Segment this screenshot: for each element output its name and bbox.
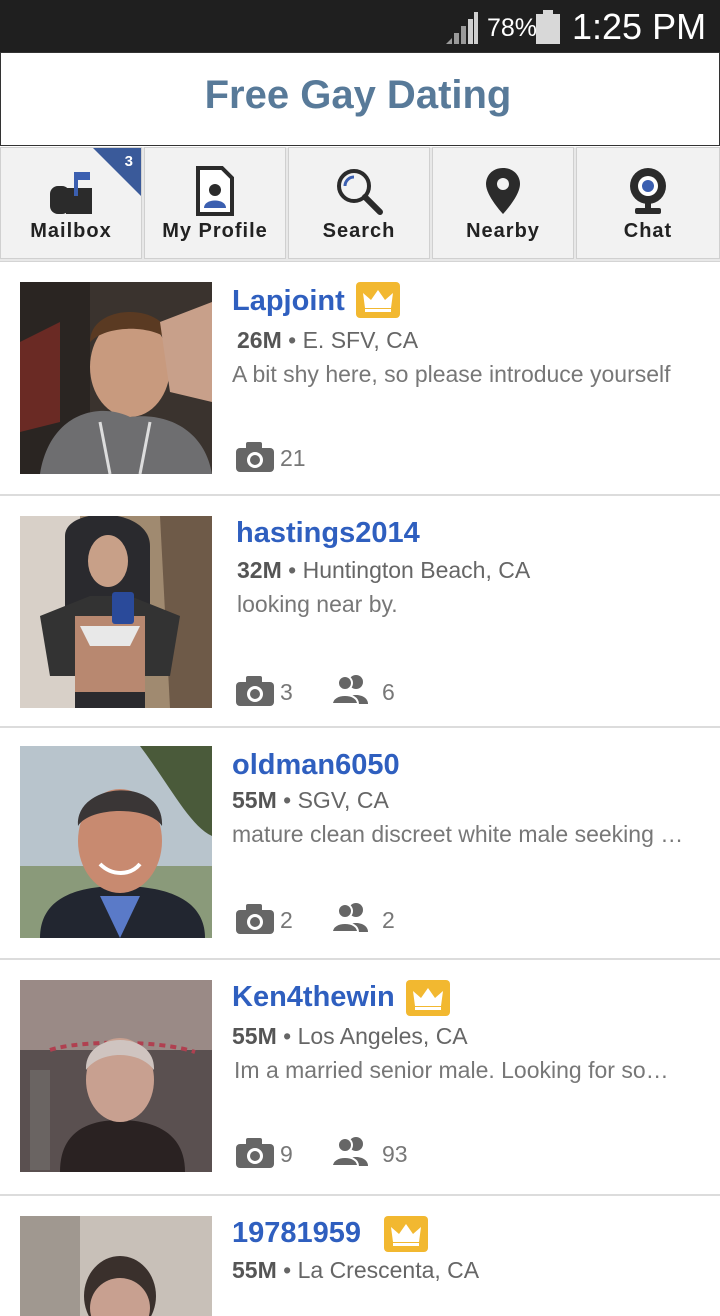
tab-mailbox[interactable]: Mailbox 3 <box>0 147 142 259</box>
mailbox-icon <box>50 172 92 214</box>
webcam-icon <box>630 168 666 214</box>
profile-bio: looking near by. <box>237 591 398 617</box>
battery-percent: 78% <box>487 14 538 42</box>
clock: 1:25 PM <box>572 6 707 47</box>
profile-meta: 26M • E. SFV, CA <box>237 327 419 353</box>
friend-count: 93 <box>382 1141 408 1167</box>
tab-label: My Profile <box>162 220 268 242</box>
tab-label: Chat <box>623 220 673 242</box>
location-pin-icon <box>486 168 520 214</box>
app-title: Free Gay Dating <box>204 73 512 117</box>
profile-bio: A bit shy here, so please introduce your… <box>232 361 671 387</box>
unread-count: 3 <box>124 153 133 170</box>
age-sex: 32M <box>237 557 282 583</box>
location: Los Angeles, CA <box>297 1023 468 1049</box>
location: Huntington Beach, CA <box>302 557 531 583</box>
tab-search[interactable]: Search <box>288 147 430 259</box>
friends-icon <box>332 1137 368 1166</box>
photo-count: 3 <box>280 679 293 705</box>
profile-bio: Im a married senior male. Looking for so… <box>234 1057 669 1083</box>
tab-chat[interactable]: Chat <box>576 147 720 259</box>
photo-count: 2 <box>280 907 293 933</box>
username[interactable]: hastings2014 <box>236 516 420 550</box>
username[interactable]: Lapjoint <box>232 284 345 318</box>
crown-icon <box>406 980 450 1016</box>
profile-photo[interactable] <box>20 516 212 708</box>
app-header: Free Gay Dating <box>0 52 720 146</box>
battery-icon <box>536 10 560 44</box>
tab-label: Search <box>322 220 396 242</box>
age-sex: 26M <box>237 327 282 353</box>
profile-row[interactable]: Lapjoint 26M • E. SFV, CA A bit shy here… <box>0 262 720 496</box>
age-sex: 55M <box>232 1257 277 1283</box>
profile-photo[interactable] <box>20 746 212 938</box>
username[interactable]: Ken4thewin <box>232 980 395 1014</box>
age-sex: 55M <box>232 1023 277 1049</box>
profile-meta: 55M • Los Angeles, CA <box>232 1023 468 1049</box>
unread-badge: 3 <box>93 148 141 196</box>
age-sex: 55M <box>232 787 277 813</box>
camera-icon <box>236 1138 274 1168</box>
crown-icon <box>356 282 400 318</box>
location: E. SFV, CA <box>302 327 419 353</box>
crown-icon <box>384 1216 428 1252</box>
camera-icon <box>236 442 274 472</box>
photo-count: 21 <box>280 445 306 471</box>
tab-label: Mailbox <box>30 220 112 242</box>
profile-bio: mature clean discreet white male seeking… <box>232 821 684 847</box>
friend-count: 6 <box>382 679 395 705</box>
tab-label: Nearby <box>466 220 540 242</box>
username[interactable]: 19781959 <box>232 1216 361 1250</box>
photo-count: 9 <box>280 1141 293 1167</box>
camera-icon <box>236 904 274 934</box>
search-icon <box>337 169 383 215</box>
profile-row[interactable]: oldman6050 55M • SGV, CA mature clean di… <box>0 728 720 960</box>
tab-my-profile[interactable]: My Profile <box>144 147 286 259</box>
profile-photo[interactable] <box>20 1216 212 1316</box>
profile-row[interactable]: 19781959 55M • La Crescenta, CA <box>0 1196 720 1316</box>
profile-meta: 32M • Huntington Beach, CA <box>237 557 531 583</box>
profile-icon <box>196 166 234 216</box>
profile-photo[interactable] <box>20 980 212 1172</box>
profile-meta: 55M • SGV, CA <box>232 787 389 813</box>
location: SGV, CA <box>297 787 389 813</box>
profile-photo[interactable] <box>20 282 212 474</box>
friend-count: 2 <box>382 907 395 933</box>
location: La Crescenta, CA <box>297 1257 480 1283</box>
profile-row[interactable]: hastings2014 32M • Huntington Beach, CA … <box>0 496 720 728</box>
friends-icon <box>332 675 368 704</box>
tab-nearby[interactable]: Nearby <box>432 147 574 259</box>
nav-bar: Mailbox 3 My Profile Search Nearby Chat <box>0 147 720 261</box>
profile-row[interactable]: Ken4thewin 55M • Los Angeles, CA Im a ma… <box>0 960 720 1196</box>
signal-icon <box>446 12 478 44</box>
camera-icon <box>236 676 274 706</box>
status-bar: 78% 1:25 PM <box>0 0 720 52</box>
friends-icon <box>332 903 368 932</box>
username[interactable]: oldman6050 <box>232 748 400 782</box>
